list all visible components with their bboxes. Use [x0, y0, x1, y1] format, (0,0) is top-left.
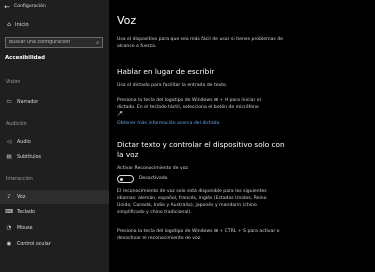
captions-icon: ▤ [6, 154, 12, 160]
group-label-vision: Visión [6, 80, 21, 85]
speech-shortcut-text: Presiona la tecla del logotipo de Window… [117, 229, 280, 241]
home-icon: ⌂ [7, 21, 11, 28]
speech-languages-text: El reconocimiento de voz solo está dispo… [117, 189, 267, 215]
sidebar-item-label: Voz [17, 194, 26, 200]
section-title: Accesibilidad [5, 55, 46, 61]
sidebar-item-voz[interactable]: ♪ Voz [0, 190, 109, 204]
sidebar-item-mouse[interactable]: ◔ Mouse [0, 221, 109, 235]
main-content: Voz Usa el dispositivo para que sea más … [109, 0, 375, 272]
sidebar-item-subtitulos[interactable]: ▤ Subtítulos [0, 150, 109, 164]
sidebar-item-label: Mouse [17, 225, 33, 231]
back-arrow-icon[interactable]: ← [0, 3, 14, 11]
title-bar: ← Configuración [0, 0, 109, 13]
search-input[interactable] [9, 40, 91, 45]
toggle-state-text: Desactivado [139, 176, 168, 181]
sidebar-item-narrador[interactable]: ▭ Narrador [0, 95, 109, 109]
dictation-shortcut-text: Presiona la tecla del logotipo de Window… [117, 98, 261, 117]
narrator-icon: ▭ [6, 99, 12, 105]
sidebar-item-audio[interactable]: ◁ Audio [0, 135, 109, 149]
keyboard-icon: ⌨ [5, 209, 13, 215]
sidebar-home[interactable]: ⌂ Inicio [0, 18, 109, 31]
sidebar-item-label: Teclado [17, 209, 35, 215]
sidebar-item-label: Control ocular [17, 241, 51, 247]
sidebar-item-control-ocular[interactable]: ◉ Control ocular [0, 237, 109, 251]
dictation-learn-more-link[interactable]: Obtener más información acerca del dicta… [117, 121, 219, 126]
section-heading-dictation: Hablar en lugar de escribir [117, 67, 215, 76]
sidebar-item-label: Narrador [17, 99, 39, 105]
sidebar-item-label: Subtítulos [17, 154, 42, 160]
mouse-icon: ◔ [6, 225, 12, 231]
group-label-audicion: Audición [6, 122, 27, 127]
speaker-icon: ◁ [6, 139, 12, 145]
group-label-interaccion: Interacción [6, 177, 33, 182]
microphone-icon: ♪ [7, 194, 11, 200]
window-title: Configuración [14, 4, 46, 9]
home-label: Inicio [15, 21, 29, 28]
toggle-knob [120, 177, 123, 181]
page-title: Voz [117, 14, 137, 27]
search-box[interactable]: ⌕ [5, 37, 103, 48]
sidebar: ← Configuración ⌂ Inicio ⌕ Accesibilidad… [0, 0, 109, 272]
section-heading-speech-recognition: Dictar texto y controlar el dispositivo … [117, 140, 285, 159]
eye-control-icon: ◉ [6, 241, 12, 247]
dictation-text: Usa el dictado para facilitar la entrada… [117, 83, 228, 88]
sidebar-item-teclado[interactable]: ⌨ Teclado [0, 205, 109, 219]
intro-text: Usa el dispositivo para que sea más fáci… [117, 37, 283, 49]
speech-recognition-toggle-label: Activar Reconocimiento de voz [117, 166, 188, 171]
sidebar-item-label: Audio [17, 139, 31, 145]
speech-recognition-toggle[interactable] [117, 175, 134, 183]
search-icon[interactable]: ⌕ [96, 40, 99, 46]
